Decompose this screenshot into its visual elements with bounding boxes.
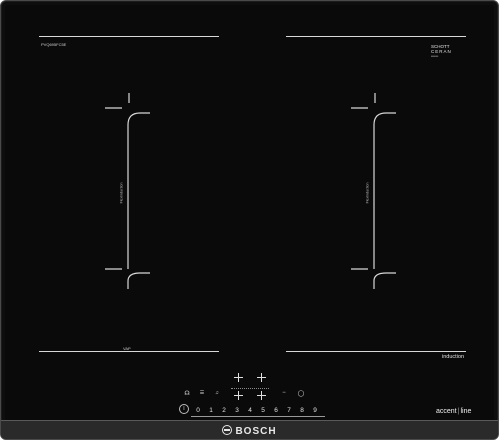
right-flex-label: FlexInduction xyxy=(365,182,370,204)
bosch-logo-icon xyxy=(222,425,233,435)
zone-divider xyxy=(231,388,269,390)
child-lock-button[interactable]: ☊ xyxy=(181,389,193,397)
powerboost-button[interactable]: ☰ xyxy=(197,389,207,397)
zone-select-front-left-button[interactable] xyxy=(234,373,243,382)
schott-ceran-logo: SCHOTT CERAN ••••••• xyxy=(431,44,452,59)
model-number: PVQ695FC5E xyxy=(41,42,67,47)
right-flex-zone xyxy=(351,93,396,289)
keep-warm-button[interactable]: ♫ xyxy=(212,389,222,397)
frame-bottom: BOSCH xyxy=(1,420,498,439)
slider-level-9[interactable]: 9 xyxy=(309,407,321,414)
glass-surface: PVQ695FC5E SCHOTT CERAN ••••••• FlexIndu… xyxy=(5,5,494,421)
bottom-right-line xyxy=(286,351,466,352)
series-accent-label: accent xyxy=(436,408,457,415)
induction-label: induction xyxy=(442,354,465,360)
top-left-line xyxy=(39,36,219,37)
slider-level-0[interactable]: 0 xyxy=(192,407,204,414)
slider-level-7[interactable]: 7 xyxy=(283,407,295,414)
slider-level-5[interactable]: 5 xyxy=(257,407,269,414)
timer-icon[interactable]: ◯ xyxy=(296,389,306,397)
slider-level-4[interactable]: 4 xyxy=(244,407,256,414)
slider-level-6[interactable]: 6 xyxy=(270,407,282,414)
power-slider-track[interactable] xyxy=(191,416,325,417)
brand-label: BOSCH xyxy=(235,426,277,437)
vapor-label: VAP xyxy=(123,346,131,351)
slider-level-1[interactable]: 1 xyxy=(205,407,217,414)
bottom-left-line xyxy=(39,351,219,352)
cooktop: PVQ695FC5E SCHOTT CERAN ••••••• FlexIndu… xyxy=(0,0,499,440)
left-flex-label: FlexInduction xyxy=(119,182,124,204)
zone-select-front-right-button[interactable] xyxy=(257,373,266,382)
schott-small-label: ••••••• xyxy=(431,54,439,58)
slider-level-3[interactable]: 3 xyxy=(231,407,243,414)
series-logo: accent|line xyxy=(436,408,472,415)
series-line-label: line xyxy=(460,408,472,415)
brand-logo: BOSCH xyxy=(1,425,498,437)
zone-select-rear-right-button[interactable] xyxy=(257,391,266,400)
minus-button[interactable]: − xyxy=(279,389,289,397)
power-icon[interactable]: I xyxy=(179,404,189,414)
slider-level-2[interactable]: 2 xyxy=(218,407,230,414)
zone-select-rear-left-button[interactable] xyxy=(234,391,243,400)
top-right-line xyxy=(286,36,466,37)
left-flex-zone xyxy=(105,93,150,289)
slider-level-8[interactable]: 8 xyxy=(296,407,308,414)
